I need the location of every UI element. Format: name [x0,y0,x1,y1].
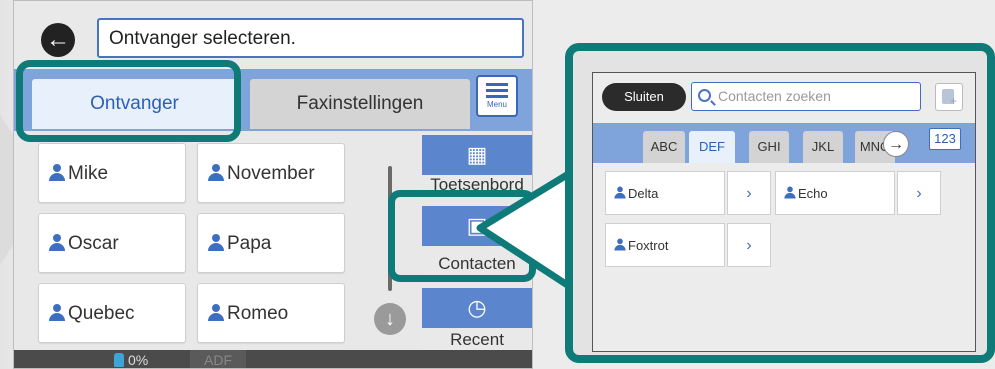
zoom-top-bar: Sluiten Contacten zoeken [593,73,975,121]
tab-numeric[interactable]: 123 [929,128,961,150]
tab-ghi[interactable]: GHI [749,131,789,163]
person-icon [614,238,626,251]
zoomed-contacts-screen: Sluiten Contacten zoeken ABC DEF GHI JKL… [592,72,976,352]
add-contact-icon[interactable] [935,83,963,111]
contact-card[interactable]: Delta [605,171,725,215]
contact-card[interactable]: Foxtrot [605,223,725,267]
chevron-right-icon: › [746,185,752,202]
alphabet-tab-bar: ABC DEF GHI JKL MNO → 123 [593,123,975,163]
tab-jkl[interactable]: JKL [803,131,843,163]
callout-pointer [476,166,579,294]
contact-name: Delta [628,186,659,201]
close-button[interactable]: Sluiten [602,83,686,111]
tab-abc[interactable]: ABC [643,131,685,163]
next-tabs-button[interactable]: → [883,131,909,157]
contact-name: Echo [798,186,828,201]
contact-details-button[interactable]: › [727,223,771,267]
contact-details-button[interactable]: › [897,171,941,215]
arrow-right-icon: → [888,136,904,153]
search-input[interactable]: Contacten zoeken [691,82,921,111]
person-icon [614,186,626,199]
search-icon [698,89,711,102]
chevron-right-icon: › [916,185,922,202]
chevron-right-icon: › [746,237,752,254]
contact-details-button[interactable]: › [727,171,771,215]
contact-name: Foxtrot [628,238,669,253]
person-icon [784,186,796,199]
tab-def[interactable]: DEF [689,131,735,163]
contact-card[interactable]: Echo [775,171,895,215]
search-placeholder: Contacten zoeken [718,88,831,104]
